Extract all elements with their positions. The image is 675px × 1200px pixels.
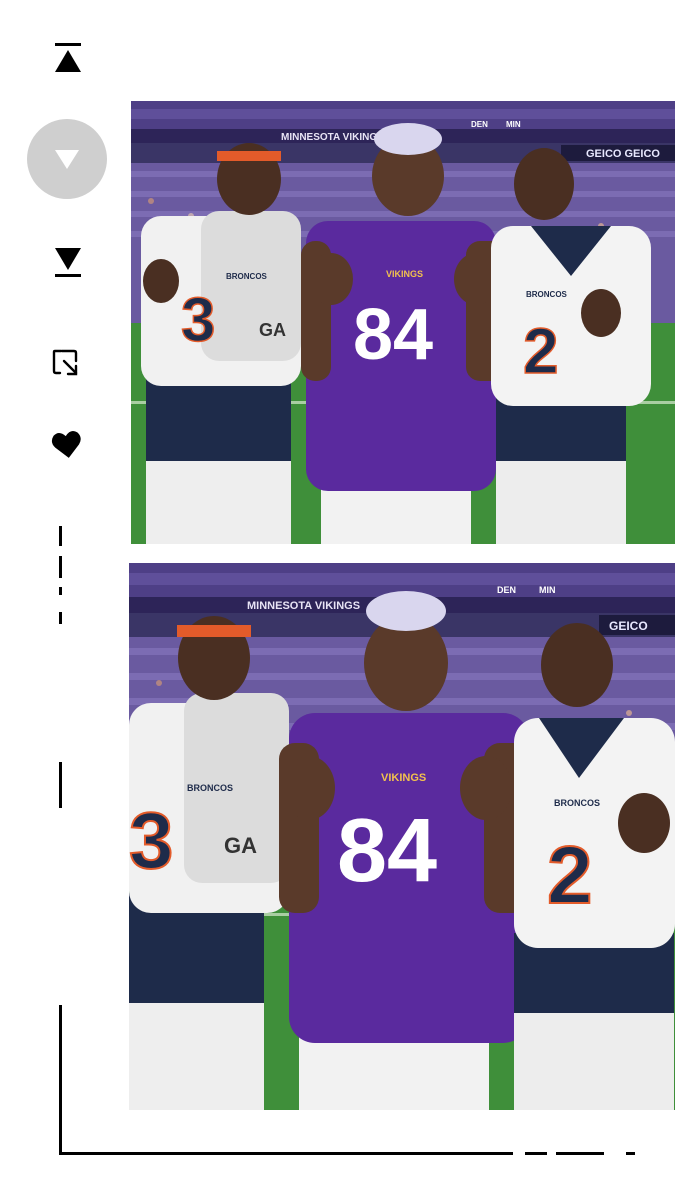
scroll-bottom-icon [55, 248, 81, 277]
sign-den-text: DEN [497, 585, 516, 595]
sign-geico-text: GEICO GEICO [586, 148, 660, 160]
dash-mark [59, 762, 62, 808]
jersey-team-right: BRONCOS [554, 798, 600, 808]
dash-mark [59, 587, 62, 595]
scroll-down-button[interactable] [27, 119, 107, 199]
dash-mark [556, 1152, 604, 1155]
photo-viewer-screen: MINNESOTA VIKINGS DEN MIN GEICO GEICO 3 … [0, 0, 675, 1200]
players-photo-image: MINNESOTA VIKINGS DEN MIN GEICO GEICO 3 … [131, 101, 675, 544]
chevron-down-icon [55, 150, 79, 169]
jersey-team-center: VIKINGS [386, 269, 423, 279]
sign-den-text: DEN [471, 120, 488, 129]
stadium-banner-text: MINNESOTA VIKINGS [281, 132, 384, 143]
favorite-button[interactable] [46, 425, 88, 465]
jersey-number-left: 3 [129, 796, 174, 885]
towel-text-left: GA [224, 833, 257, 858]
dash-mark [59, 612, 62, 624]
stadium-banner-text: MINNESOTA VIKINGS [247, 600, 360, 612]
dash-mark [59, 526, 62, 546]
jersey-number-center: 84 [337, 801, 437, 901]
photo-players-1[interactable]: MINNESOTA VIKINGS DEN MIN GEICO GEICO 3 … [131, 101, 675, 544]
scroll-to-top-button[interactable] [48, 38, 88, 78]
players-photo-image: MINNESOTA VIKINGS DEN MIN GEICO 3 BRONCO… [129, 563, 675, 1110]
sign-geico-text: GEICO [609, 619, 648, 633]
jersey-team-center: VIKINGS [381, 772, 426, 784]
jersey-team-left: BRONCOS [187, 783, 233, 793]
scroll-to-bottom-button[interactable] [48, 242, 88, 282]
sign-min-text: MIN [506, 120, 521, 129]
frame-line-vertical [59, 1005, 62, 1155]
dash-mark [59, 556, 62, 578]
jersey-team-left: BRONCOS [226, 272, 268, 281]
crop-icon [52, 349, 78, 376]
dash-mark [525, 1152, 547, 1155]
jersey-number-left: 3 [181, 286, 215, 355]
jersey-team-right: BRONCOS [526, 290, 568, 299]
heart-icon [51, 431, 81, 458]
jersey-number-right: 2 [547, 830, 593, 921]
towel-text-left: GA [259, 320, 286, 340]
frame-line-horizontal [59, 1152, 513, 1155]
dash-mark [626, 1152, 635, 1155]
crop-button[interactable] [46, 343, 86, 383]
photo-players-2[interactable]: MINNESOTA VIKINGS DEN MIN GEICO 3 BRONCO… [129, 563, 675, 1110]
sign-min-text: MIN [539, 585, 556, 595]
scroll-top-icon [55, 43, 81, 72]
jersey-number-right: 2 [523, 315, 559, 387]
jersey-number-center: 84 [353, 295, 433, 375]
